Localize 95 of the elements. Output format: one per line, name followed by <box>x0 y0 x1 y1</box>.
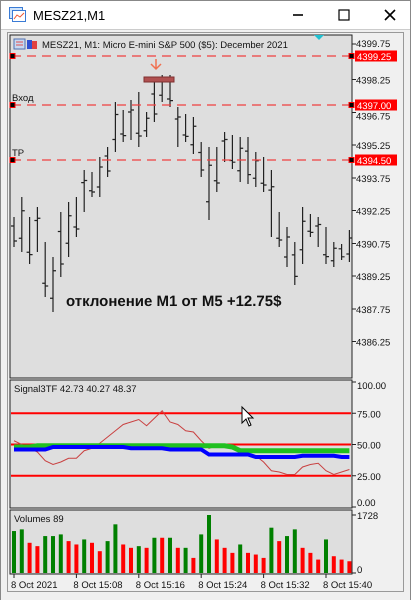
volume-bar <box>12 531 16 573</box>
volume-bar <box>136 546 141 573</box>
y-tick-label: 25.00 <box>357 472 381 483</box>
minimize-icon <box>293 14 303 16</box>
volume-bar <box>292 529 297 573</box>
price-axis-label: 4387.75 <box>352 305 390 316</box>
volume-bar <box>74 544 78 573</box>
volume-axis-label: 1728 <box>352 511 378 522</box>
price-tag: 4397.00 <box>355 100 397 112</box>
window-title: MESZ21,M1 <box>33 8 106 22</box>
volume-bar <box>332 556 336 573</box>
cursor-icon <box>242 406 254 427</box>
volume-bar <box>262 558 266 573</box>
volume-bar <box>106 541 110 573</box>
volume-bar <box>58 534 63 573</box>
indicator-axis-label: 50.00 <box>352 440 381 452</box>
volume-bar <box>168 538 172 573</box>
chart-header: MESZ21, M1: Micro E-mini S&P 500 ($5): December 2021 <box>42 40 288 51</box>
volume-bar <box>254 554 258 573</box>
volume-bar <box>277 541 282 573</box>
volume-bar <box>300 548 305 573</box>
volume-bar <box>246 552 250 573</box>
level-label: Вход <box>12 93 34 104</box>
volume-bar <box>82 539 86 573</box>
indicator-axis-label: 25.00 <box>352 472 381 483</box>
volume-bar <box>191 558 196 573</box>
volume-bar <box>20 529 24 573</box>
volume-bar <box>214 539 219 573</box>
volume-legend: Volumes 89 <box>14 514 64 525</box>
price-axis-label: 4386.25 <box>352 338 390 348</box>
y-tick-label: 75.00 <box>357 409 381 420</box>
price-axis-label: 4389.25 <box>352 272 390 283</box>
volume-bar <box>285 536 289 573</box>
volume-bar <box>28 542 32 573</box>
chart-window-icon <box>9 7 27 23</box>
volume-bar <box>113 524 118 573</box>
indicator-axis-label: 75.00 <box>352 409 381 420</box>
price-axis-label: 4393.75 <box>352 174 390 185</box>
volume-bar <box>230 552 234 573</box>
time-axis-label: 8 Oct 15:24 <box>198 580 248 591</box>
price-axis-label: 4392.25 <box>352 206 390 218</box>
level-line[interactable] <box>10 157 354 163</box>
maximize-icon <box>338 9 350 21</box>
y-tick-label: 1728 <box>357 511 378 522</box>
marker-rectangle <box>144 76 174 82</box>
volume-bar <box>324 539 328 573</box>
annotation-text: отклонение M1 от M5 +12.75$ <box>66 293 282 310</box>
level-label: TP <box>12 148 24 159</box>
price-axis-label: 4390.75 <box>352 240 390 250</box>
indicator-axis-label: 100.00 <box>352 381 386 392</box>
chart-header-icon <box>14 39 37 49</box>
volume-bar <box>90 542 94 573</box>
volume-bar <box>129 548 133 573</box>
volume-bar <box>152 538 156 573</box>
volume-bar <box>308 552 312 573</box>
price-tag: 4394.50 <box>355 154 397 167</box>
down-arrow-icon <box>150 58 162 70</box>
price-axis-label: 4396.75 <box>352 112 390 122</box>
volume-bar <box>347 561 352 573</box>
close-icon <box>384 9 396 21</box>
price-axis-label: 4399.75 <box>352 39 390 50</box>
indicator-axis-label: 0.00 <box>352 498 376 509</box>
volume-axis-label: 0 <box>352 565 362 576</box>
volume-bar <box>43 536 48 573</box>
volume-bar <box>98 551 102 573</box>
volume-bar <box>269 528 274 573</box>
volume-bar <box>51 536 55 573</box>
volume-bar <box>207 515 211 573</box>
volume-bar <box>238 544 242 573</box>
time-axis-label: 8 Oct 15:08 <box>73 580 123 591</box>
price-tag: 4399.25 <box>355 50 397 63</box>
volume-bar <box>222 548 227 573</box>
triangle-marker-icon <box>314 35 324 40</box>
indicator-legend: Signal3TF 42.73 40.27 48.37 <box>14 384 137 395</box>
time-axis-label: 8 Oct 2021 <box>11 580 58 591</box>
volume-bar <box>66 541 71 573</box>
y-tick-label: 0 <box>357 565 362 576</box>
level-line[interactable] <box>10 102 354 108</box>
time-axis-label: 8 Oct 15:40 <box>323 580 372 591</box>
volume-bar <box>316 560 320 573</box>
volume-bar <box>340 560 344 573</box>
y-tick-label: 100.00 <box>357 381 386 392</box>
price-axis-label: 4398.25 <box>352 76 390 86</box>
volume-bar <box>184 548 188 573</box>
volume-bar <box>160 538 164 573</box>
volume-bar <box>35 546 40 573</box>
y-tick-label: 0.00 <box>357 498 376 509</box>
volume-bar <box>121 544 126 573</box>
time-axis-label: 8 Oct 15:32 <box>260 580 310 591</box>
price-axis-label: 4395.25 <box>352 141 390 152</box>
volume-bar <box>176 548 180 573</box>
y-tick-label: 50.00 <box>357 440 381 452</box>
time-axis-label: 8 Oct 15:16 <box>136 580 185 591</box>
volume-bar <box>144 548 149 573</box>
volume-bar <box>199 534 204 573</box>
